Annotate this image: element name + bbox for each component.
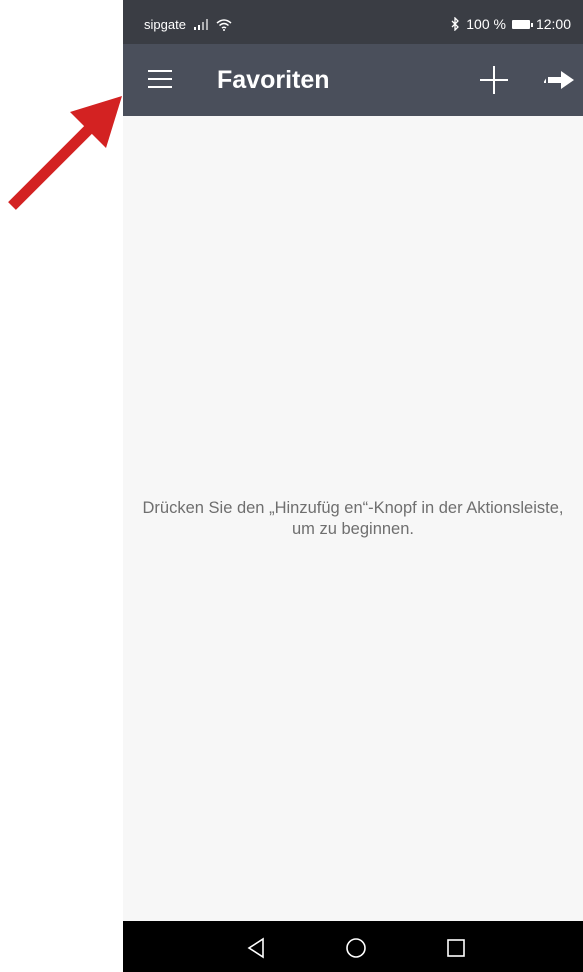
app-bar: Favoriten [123, 44, 583, 116]
status-left: sipgate [144, 17, 232, 32]
wifi-icon [216, 18, 232, 31]
empty-state-line: Drücken Sie den „Hinzufüg en“-Knopf in d… [142, 499, 564, 517]
empty-state-line: um zu beginnen. [291, 520, 414, 538]
status-right: 100 % 12:00 [451, 16, 571, 32]
status-bar: sipgate 100 % 12:00 [123, 0, 583, 44]
page-title: Favoriten [217, 66, 330, 94]
bluetooth-icon [451, 17, 460, 31]
recents-icon[interactable] [445, 937, 467, 959]
back-icon[interactable] [246, 937, 268, 959]
battery-icon [511, 19, 533, 29]
navigation-bar [123, 921, 583, 972]
annotation-arrow-icon [8, 96, 122, 210]
clock: 12:00 [535, 16, 571, 32]
phone-screen: sipgate 100 % 12:00 Favoriten Drücken Si… [123, 0, 583, 972]
menu-icon[interactable] [148, 70, 172, 90]
favorites-list: Drücken Sie den „Hinzufüg en“-Knopf in d… [123, 116, 583, 921]
home-icon[interactable] [345, 937, 367, 959]
forward-icon[interactable] [541, 69, 575, 91]
carrier-label: sipgate [144, 17, 186, 32]
add-icon[interactable] [478, 64, 510, 96]
empty-state-message: Drücken Sie den „Hinzufüg en“-Knopf in d… [123, 498, 583, 540]
signal-icon [193, 19, 208, 30]
battery-percent: 100 % [466, 16, 506, 32]
